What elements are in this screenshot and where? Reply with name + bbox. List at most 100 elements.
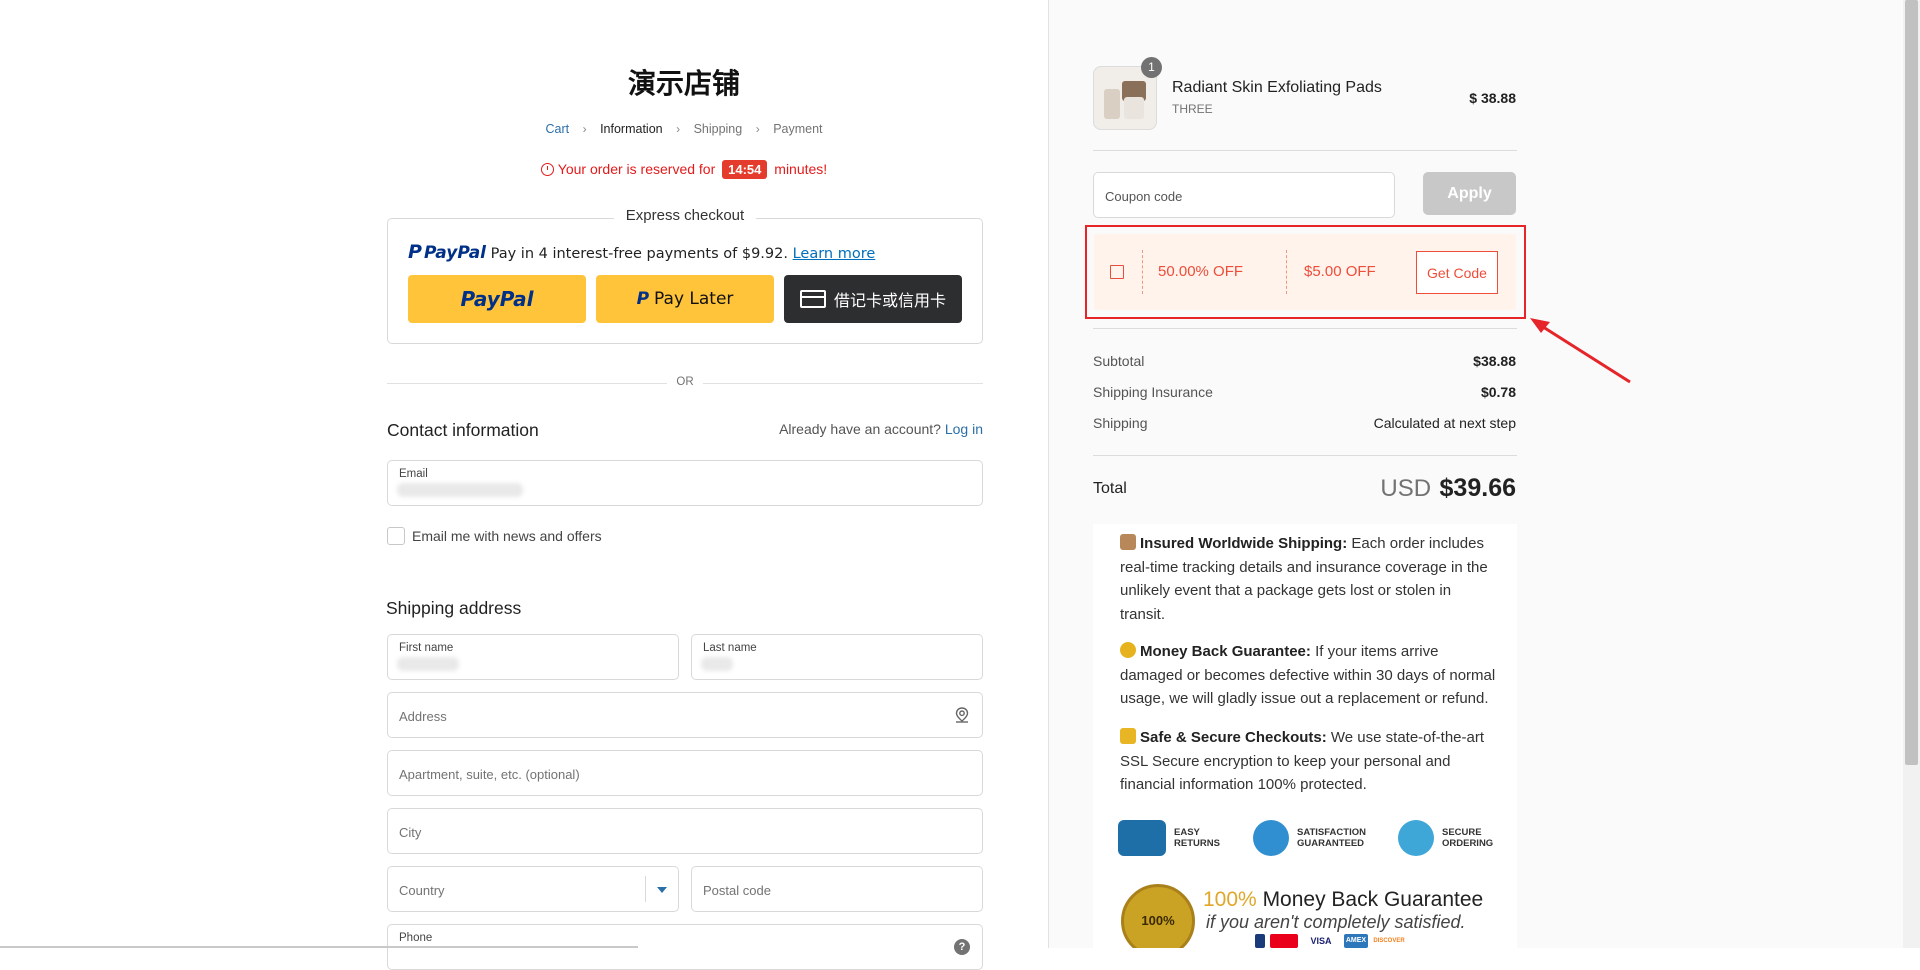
phone-label: Phone	[399, 932, 433, 944]
shipping-insurance-label: Shipping Insurance	[1093, 384, 1213, 400]
total-amount: USD $39.66	[1300, 474, 1516, 503]
apply-coupon-button[interactable]: Apply	[1423, 172, 1516, 215]
vertical-scrollbar[interactable]	[1903, 0, 1920, 948]
guarantee-seal-icon: 100%	[1121, 884, 1195, 948]
subtotal-value: $38.88	[1473, 353, 1516, 369]
divider	[1093, 150, 1517, 151]
first-name-label: First name	[399, 642, 454, 654]
reservation-notice: Your order is reserved for 14:54 minutes…	[386, 160, 982, 179]
mbg-title-text: Money Back Guarantee	[1262, 888, 1484, 911]
learn-more-link[interactable]: Learn more	[793, 246, 876, 262]
secure-ordering-badge: SECURE ORDERING	[1398, 816, 1504, 860]
total-currency: USD	[1380, 475, 1432, 502]
newsletter-checkbox[interactable]	[387, 527, 405, 545]
last-name-value-redacted	[701, 657, 733, 671]
paypal-pay-in-4-text: Pay in 4 interest-free payments of $9.92…	[490, 246, 788, 262]
chevron-down-icon[interactable]	[645, 876, 678, 902]
package-icon	[1120, 534, 1136, 550]
email-value-redacted	[397, 483, 523, 497]
discover-logo: DISCOVER	[1373, 938, 1405, 944]
shipping-value: Calculated at next step	[1373, 415, 1516, 431]
amex-logo: AMEX	[1344, 934, 1368, 948]
debit-credit-card-button[interactable]: 借记卡或信用卡	[784, 275, 962, 323]
trust-badges: EASY RETURNS SATISFACTION GUARANTEED SEC…	[1118, 816, 1508, 860]
stopwatch-icon	[540, 163, 554, 176]
paypal-button-logo: PayPal	[460, 287, 534, 311]
breadcrumb-payment: Payment	[773, 121, 823, 136]
shipping-address-heading: Shipping address	[386, 598, 522, 618]
coupon-code-input[interactable]: Coupon code	[1093, 172, 1395, 218]
login-link[interactable]: Log in	[945, 421, 983, 437]
product-price: $ 38.88	[1469, 90, 1516, 106]
apartment-placeholder: Apartment, suite, etc. (optional)	[399, 767, 580, 782]
account-prompt-text: Already have an account?	[779, 421, 941, 437]
breadcrumb-cart[interactable]: Cart	[545, 122, 569, 136]
satisfaction-seal-icon	[1253, 820, 1289, 856]
delivery-truck-icon	[1118, 820, 1166, 856]
paypal-brand: PayPal	[423, 243, 487, 263]
insured-shipping-title: Insured Worldwide Shipping:	[1140, 535, 1348, 552]
medal-icon	[1120, 642, 1136, 658]
money-back-title: Money Back Guarantee:	[1140, 643, 1311, 660]
shield-icon	[1398, 820, 1434, 856]
secure-ordering-text: SECURE ORDERING	[1442, 827, 1494, 849]
chevron-right-icon: ›	[755, 121, 760, 136]
first-name-field[interactable]: First name	[387, 634, 679, 680]
reservation-prefix: Your order is reserved for	[557, 161, 716, 177]
postal-code-field[interactable]: Postal code	[691, 866, 983, 912]
card-button-label: 借记卡或信用卡	[833, 291, 946, 310]
or-text: OR	[676, 376, 694, 388]
login-prompt: Already have an account? Log in	[779, 421, 983, 437]
annotation-highlight-box	[1085, 225, 1526, 319]
newsletter-option[interactable]: Email me with news and offers	[387, 527, 602, 545]
address-field[interactable]: Address	[387, 692, 983, 738]
location-pin-icon[interactable]	[953, 706, 971, 724]
scrollbar-thumb[interactable]	[1905, 0, 1918, 765]
annotation-arrow-icon	[1530, 318, 1631, 384]
easy-returns-badge: EASY RETURNS	[1118, 816, 1222, 860]
paypal-pay-in-4-message: P PayPal Pay in 4 interest-free payments …	[408, 241, 875, 263]
last-name-field[interactable]: Last name	[691, 634, 983, 680]
reservation-suffix: minutes!	[774, 161, 828, 177]
credit-card-icon	[799, 290, 826, 308]
paypal-button[interactable]: PayPal	[408, 275, 586, 323]
city-placeholder: City	[399, 825, 422, 840]
newsletter-label: Email me with news and offers	[412, 528, 602, 544]
paypal-icon: P	[636, 289, 650, 309]
product-name: Radiant Skin Exfoliating Pads	[1172, 79, 1382, 96]
secure-checkout-title: Safe & Secure Checkouts:	[1140, 729, 1327, 746]
satisfaction-text: SATISFACTION GUARANTEED	[1297, 827, 1366, 849]
express-checkout-label: Express checkout	[613, 207, 757, 224]
visa-logo: VISA	[1310, 936, 1332, 946]
contact-information-heading: Contact information	[387, 420, 539, 440]
postal-code-placeholder: Postal code	[703, 883, 771, 898]
paypal-logo-icon	[1255, 934, 1265, 948]
last-name-label: Last name	[703, 642, 757, 654]
breadcrumb: Cart › Information › Shipping › Payment	[386, 121, 982, 136]
mbg-title: 100% Money Back Guarantee	[1203, 888, 1483, 912]
mbg-subtitle: if you aren't completely satisfied.	[1206, 912, 1466, 932]
email-label: Email	[399, 468, 428, 480]
total-value: $39.66	[1439, 474, 1516, 502]
insured-shipping-info: Insured Worldwide Shipping: Each order i…	[1120, 532, 1500, 626]
guarantee-panel: Insured Worldwide Shipping: Each order i…	[1093, 524, 1517, 948]
express-checkout-box: Express checkout P PayPal Pay in 4 intere…	[387, 207, 983, 344]
pay-later-button[interactable]: P Pay Later	[596, 275, 774, 323]
email-field[interactable]: Email	[387, 460, 983, 506]
lock-icon	[1120, 728, 1136, 744]
subtotal-label: Subtotal	[1093, 353, 1145, 369]
divider	[1093, 455, 1517, 456]
money-back-guarantee-banner: 100% 100% Money Back Guarantee if you ar…	[1121, 884, 1511, 948]
checkout-form-column: 演示店铺 Cart › Information › Shipping › Pay…	[0, 0, 1048, 970]
product-variant: THREE	[1172, 102, 1213, 116]
country-select[interactable]: Country	[387, 866, 679, 912]
first-name-value-redacted	[397, 657, 459, 671]
city-field[interactable]: City	[387, 808, 983, 854]
or-divider: OR	[387, 375, 983, 391]
mastercard-icon	[1270, 934, 1298, 948]
satisfaction-badge: SATISFACTION GUARANTEED	[1253, 816, 1387, 860]
apartment-field[interactable]: Apartment, suite, etc. (optional)	[387, 750, 983, 796]
help-icon[interactable]: ?	[954, 939, 970, 955]
money-back-info: Money Back Guarantee: If your items arri…	[1120, 640, 1500, 711]
reservation-timer: 14:54	[722, 160, 768, 179]
